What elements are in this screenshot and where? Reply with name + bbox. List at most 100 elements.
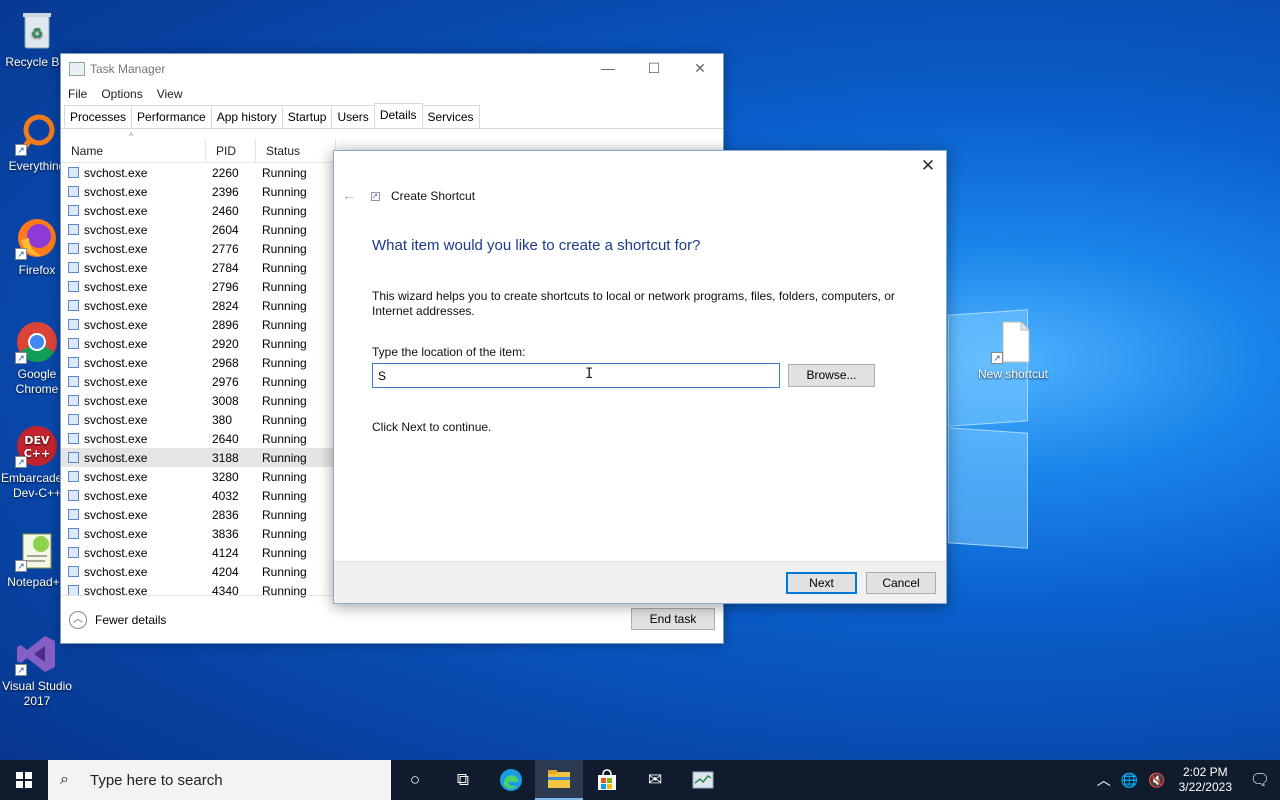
edge-icon[interactable]	[487, 760, 535, 800]
text-cursor-icon: I	[585, 366, 594, 382]
process-pid: 2604	[212, 222, 239, 237]
process-status: Running	[262, 336, 307, 351]
cortana-icon[interactable]: ○	[391, 760, 439, 800]
process-status: Running	[262, 298, 307, 313]
fewer-details-link[interactable]: Fewer details	[95, 613, 166, 627]
start-button[interactable]	[0, 760, 48, 800]
process-name: svchost.exe	[84, 374, 148, 389]
process-name-cell: svchost.exe	[61, 204, 206, 218]
process-pid: 2460	[212, 203, 239, 218]
menu-options[interactable]: Options	[101, 87, 142, 101]
process-status: Running	[262, 355, 307, 370]
dialog-description: This wizard helps you to create shortcut…	[372, 289, 895, 318]
search-placeholder: Type here to search	[90, 771, 223, 789]
process-pid: 4124	[212, 545, 239, 560]
mail-icon[interactable]: ✉	[631, 760, 679, 800]
shortcut-arrow-icon: ↗	[15, 456, 27, 468]
process-status: Running	[262, 526, 307, 541]
process-icon	[68, 528, 79, 539]
store-icon[interactable]	[583, 760, 631, 800]
process-pid: 2976	[212, 374, 239, 389]
process-name-cell: svchost.exe	[61, 565, 206, 579]
tab-app-history[interactable]: App history	[210, 105, 283, 128]
process-pid: 2640	[212, 431, 239, 446]
network-globe-icon[interactable]: 🌐	[1116, 772, 1143, 789]
maximize-icon[interactable]: ☐	[631, 60, 677, 77]
process-name-cell: svchost.exe	[61, 166, 206, 180]
clock[interactable]: 2:02 PM 3/22/2023	[1171, 765, 1240, 795]
process-name-cell: svchost.exe	[61, 489, 206, 503]
close-icon[interactable]: ✕	[918, 156, 938, 176]
notification-icon[interactable]: 🗨	[1240, 770, 1280, 790]
shortcut-arrow-icon: ↗	[991, 352, 1003, 364]
process-name: svchost.exe	[84, 241, 148, 256]
process-pid: 3008	[212, 393, 239, 408]
tab-details[interactable]: Details	[373, 103, 423, 128]
task-manager-titlebar[interactable]: Task Manager — ☐ ✕	[61, 54, 723, 83]
process-name-cell: svchost.exe	[61, 375, 206, 389]
process-icon	[68, 224, 79, 235]
taskbar-search-box[interactable]: ⌕ Type here to search	[48, 760, 391, 800]
column-header-status[interactable]: Status	[256, 138, 336, 163]
task-manager-taskbar-icon[interactable]	[679, 760, 727, 800]
close-icon[interactable]: ✕	[677, 60, 723, 77]
browse-button[interactable]: Browse...	[788, 364, 875, 387]
process-icon	[68, 300, 79, 311]
minimize-icon[interactable]: —	[585, 60, 631, 77]
process-icon	[68, 167, 79, 178]
process-name-cell: svchost.exe	[61, 546, 206, 560]
dialog-title: Create Shortcut	[391, 189, 476, 203]
desktop-icon-new-shortcut[interactable]: ↗ New shortcut	[975, 320, 1051, 382]
desktop-icon-label: Visual Studio 2017	[2, 679, 72, 708]
visual-studio-icon: ↗	[15, 632, 59, 676]
tab-startup[interactable]: Startup	[281, 105, 333, 128]
location-input[interactable]	[372, 363, 780, 388]
system-tray: ︿ 🌐 🔇 2:02 PM 3/22/2023 🗨	[1092, 760, 1280, 800]
tab-performance[interactable]: Performance	[131, 105, 212, 128]
process-name: svchost.exe	[84, 336, 148, 351]
shortcut-icon: ↗	[371, 191, 380, 201]
process-pid: 2896	[212, 317, 239, 332]
back-arrow-icon[interactable]: ←	[342, 187, 356, 203]
process-name-cell: svchost.exe	[61, 527, 206, 541]
tab-services[interactable]: Services	[421, 105, 480, 128]
menu-bar: File Options View	[61, 83, 723, 105]
next-button[interactable]: Next	[786, 572, 857, 594]
shortcut-arrow-icon: ↗	[15, 144, 27, 156]
process-pid: 2260	[212, 165, 239, 180]
chevron-up-icon[interactable]: ︿	[69, 610, 87, 629]
process-name: svchost.exe	[84, 279, 148, 294]
svg-text:C++: C++	[24, 447, 51, 460]
process-name: svchost.exe	[84, 317, 148, 332]
process-name-cell: svchost.exe	[61, 508, 206, 522]
volume-muted-icon[interactable]: 🔇	[1143, 772, 1170, 789]
process-status: Running	[262, 165, 307, 180]
process-pid: 3280	[212, 469, 239, 484]
end-task-button[interactable]: End task	[631, 608, 715, 630]
tab-users[interactable]: Users	[331, 105, 375, 128]
process-status: Running	[262, 279, 307, 294]
tab-processes[interactable]: Processes	[64, 105, 133, 128]
cancel-button[interactable]: Cancel	[866, 572, 936, 594]
create-shortcut-dialog: ✕ ← ↗ Create Shortcut What item would yo…	[333, 150, 947, 604]
column-header-pid[interactable]: PID	[206, 138, 256, 163]
chevron-up-icon[interactable]: ︿	[1092, 770, 1116, 790]
column-header-name[interactable]: Name	[61, 138, 206, 163]
process-name-cell: svchost.exe	[61, 337, 206, 351]
process-pid: 2920	[212, 336, 239, 351]
menu-view[interactable]: View	[157, 87, 183, 101]
process-icon	[68, 205, 79, 216]
file-explorer-icon[interactable]	[535, 760, 583, 800]
task-view-icon[interactable]: ⧉	[439, 760, 487, 800]
process-name: svchost.exe	[84, 393, 148, 408]
process-icon	[68, 452, 79, 463]
process-name-cell: svchost.exe	[61, 356, 206, 370]
process-status: Running	[262, 431, 307, 446]
process-pid: 4032	[212, 488, 239, 503]
menu-file[interactable]: File	[68, 87, 87, 101]
process-pid: 2968	[212, 355, 239, 370]
svg-text:DEV: DEV	[24, 434, 50, 447]
process-name-cell: svchost.exe	[61, 185, 206, 199]
process-name-cell: svchost.exe	[61, 261, 206, 275]
windows-logo-icon	[16, 772, 32, 788]
